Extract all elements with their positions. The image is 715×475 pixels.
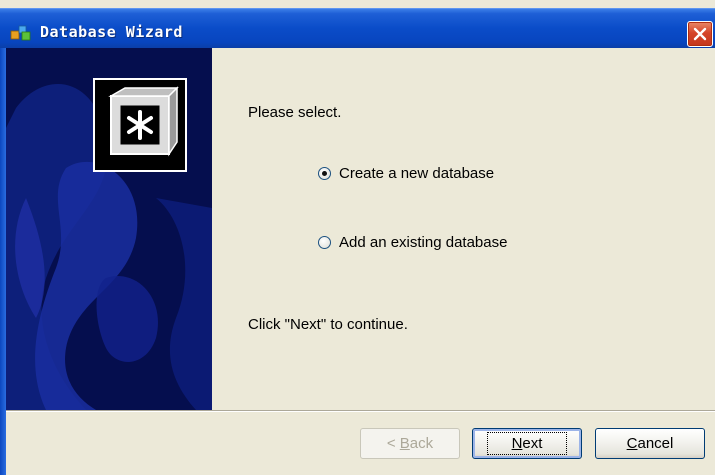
radio-checked-icon[interactable] [318,166,331,180]
option-add-existing-database[interactable]: Add an existing database [318,231,507,253]
footer-divider [6,410,715,412]
close-button[interactable] [687,21,713,47]
next-button[interactable]: Next [472,428,582,459]
window-title: Database Wizard [40,23,183,41]
option-create-new-database[interactable]: Create a new database [318,162,494,184]
cancel-button[interactable]: Cancel [595,428,705,459]
close-icon [693,27,707,41]
back-button[interactable]: < Back [360,428,460,459]
back-label: < Back [386,435,434,452]
radio-unchecked-icon[interactable] [318,235,331,249]
next-label: Next [486,432,568,455]
asterisk-box-icon [108,86,179,157]
database-wizard-window: Database Wizard Please select. Create a … [0,0,715,475]
wizard-side-panel [6,48,212,410]
cancel-label: Cancel [626,435,674,452]
wizard-content: Please select. Create a new database Add… [212,48,715,410]
prompt-text: Please select. [248,104,342,121]
title-bar[interactable]: Database Wizard [0,8,715,48]
instruction-text: Click "Next" to continue. [248,316,408,333]
option-label: Create a new database [339,164,495,182]
option-label: Add an existing database [339,233,508,251]
app-icon [10,23,32,41]
wizard-logo [93,78,187,172]
